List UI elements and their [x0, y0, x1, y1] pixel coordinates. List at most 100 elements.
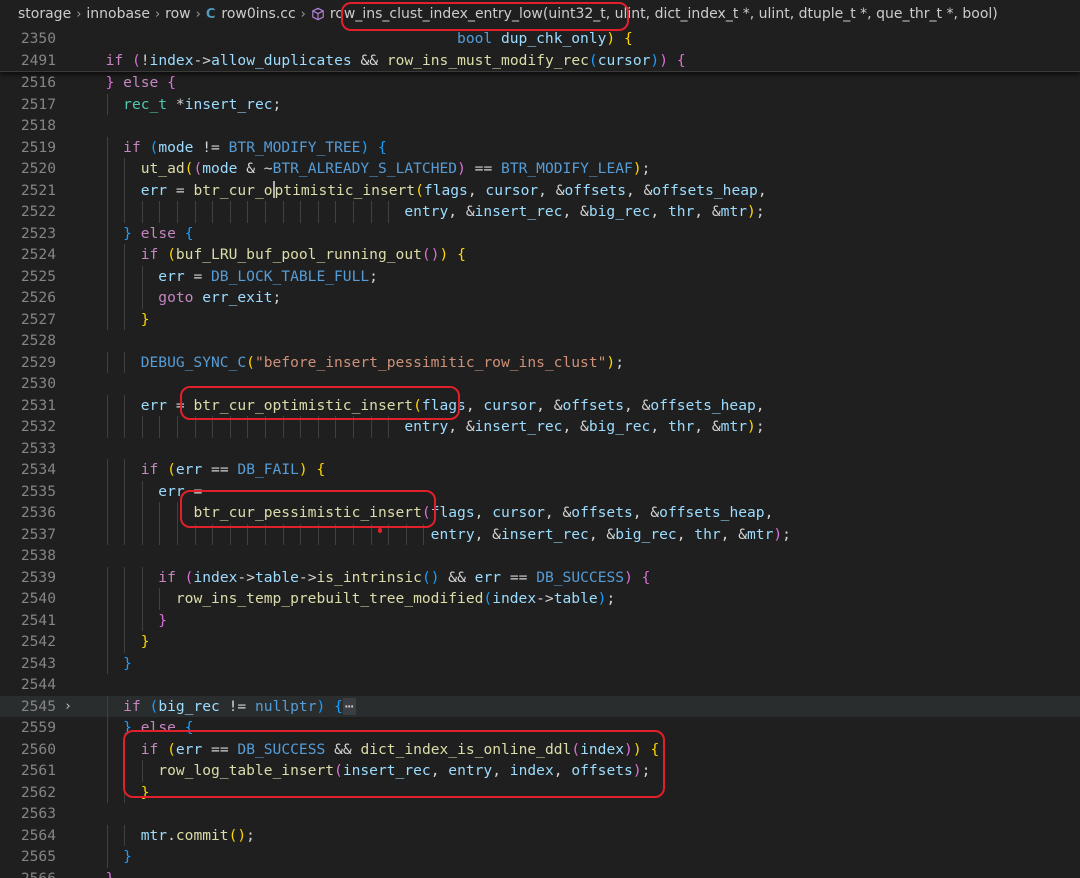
code-token: ,	[465, 396, 484, 414]
code-token: ,	[676, 525, 695, 543]
line-number: 2563	[20, 805, 56, 822]
code-line[interactable]: 2539 if (index->table->is_intrinsic() &&…	[0, 566, 1080, 588]
code-token: )	[439, 246, 449, 263]
code-line[interactable]: 2533	[0, 438, 1080, 460]
code-line[interactable]: 2532 entry, &insert_rec, &big_rec, thr, …	[0, 416, 1080, 438]
code-line[interactable]: 2527 }	[0, 308, 1080, 330]
code-token: {	[457, 246, 466, 263]
code-line[interactable]: 2562 }	[0, 781, 1080, 803]
code-line[interactable]: 2536 btr_cur_pessimistic_insert(flags, c…	[0, 502, 1080, 524]
line-number: 2532	[20, 418, 56, 435]
code-line[interactable]: 2491 if (!index->allow_duplicates && row…	[0, 49, 1080, 72]
code-line[interactable]: 2521 err = btr_cur_o ptimistic_insert(fla…	[0, 179, 1080, 201]
code-token: )	[624, 740, 633, 758]
code-line[interactable]: 2543 }	[0, 652, 1080, 675]
code-line[interactable]: 2538	[0, 545, 1080, 567]
code-text: if (mode != BTR_MODIFY_TREE) {	[88, 137, 387, 159]
code-line[interactable]: 2517 rec_t *insert_rec;	[0, 93, 1080, 115]
line-number: 2542	[20, 633, 56, 650]
code-token: ,	[492, 762, 510, 779]
code-token: "before_insert_pessimitic_row_ins_clust"	[254, 353, 607, 371]
code-text: } else {	[88, 72, 176, 94]
code-line[interactable]: 2537 entry, &insert_rec, &big_rec, thr, …	[0, 523, 1080, 545]
code-line[interactable]: 2530	[0, 373, 1080, 395]
code-token: &&	[351, 51, 387, 69]
code-line[interactable]: 2544	[0, 674, 1080, 696]
code-line[interactable]: 2524 if (buf_LRU_buf_pool_running_out())…	[0, 244, 1080, 266]
code-token: big_rec	[615, 525, 677, 543]
code-token: ()	[228, 826, 247, 844]
code-line[interactable]: 2516 } else {	[0, 72, 1080, 94]
code-token: (	[413, 396, 422, 414]
breadcrumb-file[interactable]: row0ins.cc	[221, 6, 295, 22]
fold-chevron-icon[interactable]: ›	[64, 696, 80, 718]
code-token: entry	[448, 762, 493, 779]
code-text: row_ins_temp_prebuilt_tree_modified(inde…	[88, 588, 615, 610]
code-token: (	[167, 740, 176, 758]
code-line[interactable]: 2518	[0, 115, 1080, 137]
code-line[interactable]: 2535 err =	[0, 480, 1080, 502]
breadcrumb-item-row[interactable]: row	[165, 6, 190, 22]
code-token: btr_cur_optimistic_insert	[193, 396, 414, 414]
code-token: err	[175, 461, 203, 478]
code-text: }	[88, 653, 132, 675]
code-token: {	[378, 138, 387, 156]
code-line[interactable]: 2529 DEBUG_SYNC_C("before_insert_pessimi…	[0, 351, 1080, 373]
line-number: 2560	[20, 740, 56, 758]
code-token: )	[606, 30, 616, 47]
breadcrumb-item-storage[interactable]: storage	[18, 6, 71, 22]
code-token: ,	[757, 181, 767, 199]
code-token: , &	[626, 181, 653, 199]
code-token: if	[123, 697, 141, 715]
code-line[interactable]: 2350 bool dup_chk_only) {	[0, 28, 1080, 50]
code-line[interactable]: 2564 mtr.commit();	[0, 824, 1080, 846]
code-text: goto err_exit;	[88, 287, 281, 309]
code-token: }	[123, 224, 132, 242]
code-line[interactable]: 2520 ut_ad((mode & ~BTR_ALREADY_S_LATCHE…	[0, 158, 1080, 180]
code-line[interactable]: 2559 } else {	[0, 717, 1080, 739]
code-token: else	[140, 224, 176, 242]
code-line[interactable]: 2541 }	[0, 609, 1080, 631]
code-token: cursor	[492, 504, 545, 521]
code-line[interactable]: 2560 if (err == DB_SUCCESS && dict_index…	[0, 738, 1080, 760]
code-token: table	[254, 568, 299, 586]
code-token: ->	[536, 590, 554, 607]
code-line[interactable]: 2534 if (err == DB_FAIL) {	[0, 459, 1080, 481]
code-line[interactable]: 2523 } else {	[0, 222, 1080, 245]
code-text: } else {	[88, 223, 193, 245]
code-line[interactable]: 2519 if (mode != BTR_MODIFY_TREE) {	[0, 136, 1080, 159]
code-token: err	[140, 396, 168, 414]
code-line[interactable]: 2542 }	[0, 631, 1080, 653]
code-line[interactable]: 2531 err = btr_cur_optimistic_insert(fla…	[0, 394, 1080, 416]
code-line[interactable]: 2525 err = DB_LOCK_TABLE_FULL;	[0, 265, 1080, 287]
line-number: 2533	[20, 439, 56, 457]
code-line[interactable]: 2566 }	[0, 868, 1080, 878]
code-line[interactable]: 2563	[0, 803, 1080, 825]
code-line[interactable]: 2522 entry, &insert_rec, &big_rec, thr, …	[0, 201, 1080, 223]
folded-ellipsis-icon[interactable]: ⋯	[342, 697, 356, 715]
code-token: BTR_MODIFY_TREE	[228, 138, 361, 156]
code-line[interactable]: 2545 › if (big_rec != nullptr) {⋯	[0, 695, 1080, 718]
code-token: &&	[439, 568, 475, 586]
code-token: offsets_heap	[659, 504, 765, 521]
code-token: (	[149, 697, 159, 715]
code-editor[interactable]: 2350 bool dup_chk_only) {2491 if (!index…	[0, 28, 1080, 878]
code-line[interactable]: 2565 }	[0, 846, 1080, 868]
code-line[interactable]: 2528	[0, 330, 1080, 352]
code-line[interactable]: 2540 row_ins_temp_prebuilt_tree_modified…	[0, 588, 1080, 610]
code-token: ,	[650, 418, 668, 435]
code-line[interactable]: 2526 goto err_exit;	[0, 287, 1080, 309]
code-token: ()	[421, 246, 440, 263]
code-line[interactable]: 2561 row_log_table_insert(insert_rec, en…	[0, 760, 1080, 782]
breadcrumb-symbol[interactable]: row_ins_clust_index_entry_low(uint32_t, …	[330, 6, 998, 22]
breadcrumb-item-innobase[interactable]: innobase	[86, 6, 150, 22]
